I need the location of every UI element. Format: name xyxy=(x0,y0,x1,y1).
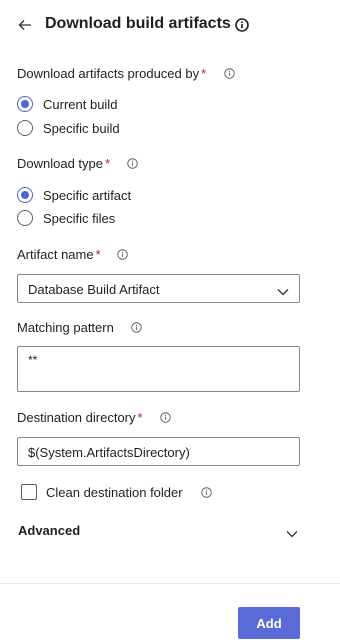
info-icon[interactable] xyxy=(127,158,138,169)
footer-divider xyxy=(0,583,340,584)
radio-specific-artifact[interactable]: Specific artifact xyxy=(17,185,131,205)
panel-header: Download build artifacts xyxy=(0,0,340,52)
required-mark: * xyxy=(105,156,111,171)
artifacts-produced-by-label: Download artifacts produced by * xyxy=(17,66,207,81)
arrow-left-icon xyxy=(18,20,31,30)
advanced-label: Advanced xyxy=(18,523,81,538)
download-type-label: Download type * xyxy=(17,156,111,171)
info-icon[interactable] xyxy=(235,18,249,32)
required-mark: * xyxy=(201,66,207,81)
advanced-section-toggle[interactable]: Advanced xyxy=(17,520,300,540)
radio-button[interactable] xyxy=(17,96,33,112)
info-icon[interactable] xyxy=(160,412,171,423)
radio-specific-files[interactable]: Specific files xyxy=(17,208,115,228)
chevron-down-icon xyxy=(286,525,298,543)
clean-destination-checkbox[interactable] xyxy=(21,484,37,500)
radio-current-build[interactable]: Current build xyxy=(17,94,117,114)
add-button[interactable]: Add xyxy=(238,607,300,639)
page-title: Download build artifacts xyxy=(45,15,231,32)
chevron-down-icon xyxy=(277,284,289,299)
textarea-value: ** xyxy=(28,353,38,367)
matching-pattern-textarea[interactable]: ** xyxy=(17,346,300,392)
info-icon[interactable] xyxy=(224,68,235,79)
destination-directory-label: Destination directory * xyxy=(17,410,143,425)
radio-button[interactable] xyxy=(17,120,33,136)
destination-directory-input[interactable]: $(System.ArtifactsDirectory) xyxy=(17,437,300,466)
required-mark: * xyxy=(137,410,143,425)
dropdown-value: Database Build Artifact xyxy=(28,282,160,297)
radio-button[interactable] xyxy=(17,210,33,226)
matching-pattern-label: Matching pattern xyxy=(17,320,114,335)
artifact-name-label: Artifact name * xyxy=(17,247,101,262)
info-icon[interactable] xyxy=(131,322,142,333)
input-value: $(System.ArtifactsDirectory) xyxy=(28,445,190,460)
info-icon[interactable] xyxy=(117,249,128,260)
clean-destination-checkbox-row[interactable]: Clean destination folder xyxy=(21,483,183,501)
back-button[interactable] xyxy=(14,14,36,36)
radio-specific-build[interactable]: Specific build xyxy=(17,118,120,138)
radio-button[interactable] xyxy=(17,187,33,203)
required-mark: * xyxy=(95,247,101,262)
artifact-name-dropdown[interactable]: Database Build Artifact xyxy=(17,274,300,303)
info-icon[interactable] xyxy=(201,487,212,498)
